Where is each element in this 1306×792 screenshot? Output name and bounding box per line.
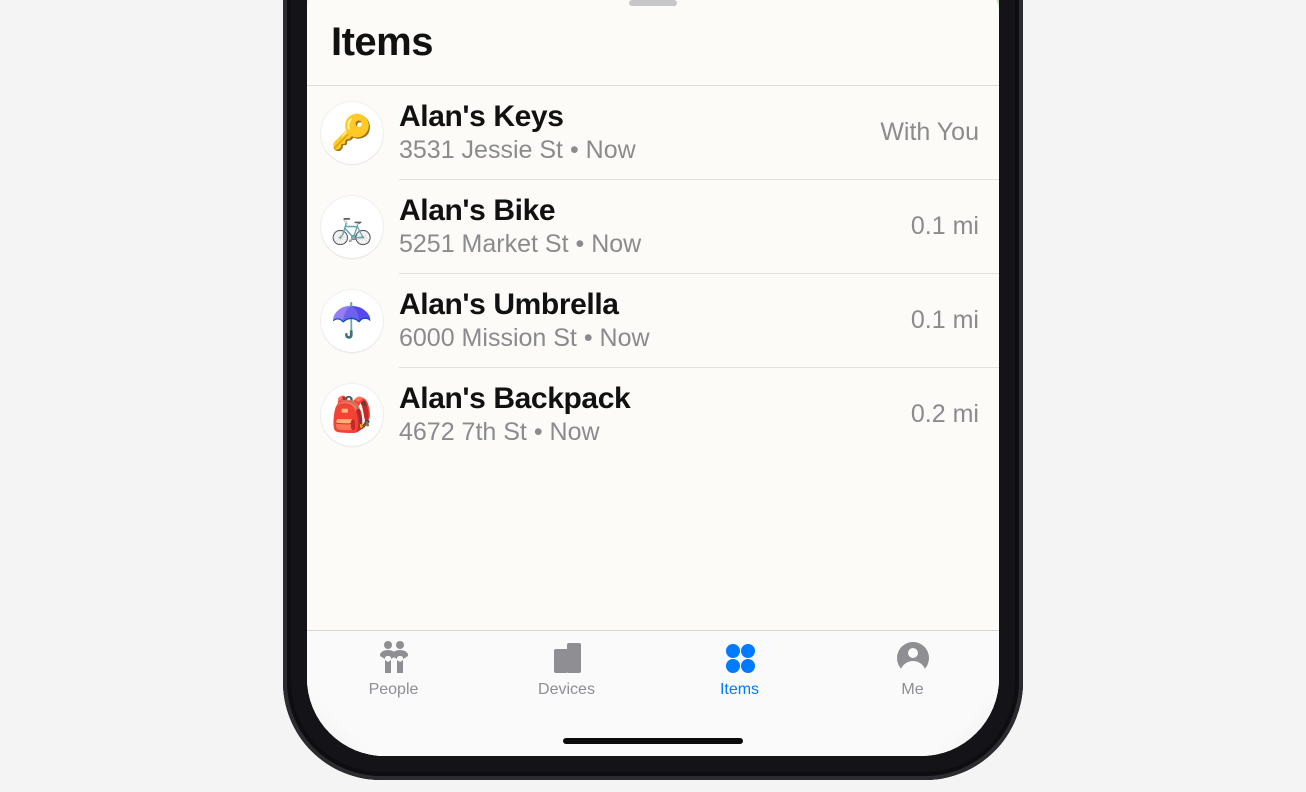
person-circle-icon [893, 639, 933, 677]
item-status: 0.1 mi [911, 212, 979, 241]
screen: Go GoMarket & Deli HarvestUrban Market M… [307, 0, 999, 756]
item-title: Alan's Keys [399, 100, 864, 134]
tab-label: Me [901, 681, 923, 699]
tab-me[interactable]: Me [826, 639, 999, 756]
home-indicator[interactable] [563, 738, 743, 744]
item-subtitle: 3531 Jessie St • Now [399, 136, 864, 165]
item-row[interactable]: 🚲 Alan's Bike 5251 Market St • Now 0.1 m… [307, 180, 999, 273]
bicycle-icon: 🚲 [321, 196, 383, 258]
sheet-title: Items [307, 12, 999, 85]
devices-icon [547, 639, 587, 677]
item-title: Alan's Umbrella [399, 288, 895, 322]
tab-people[interactable]: People [307, 639, 480, 756]
item-title: Alan's Backpack [399, 382, 895, 416]
item-status: 0.1 mi [911, 306, 979, 335]
item-row[interactable]: 🔑 Alan's Keys 3531 Jessie St • Now With … [307, 86, 999, 179]
item-main: Alan's Keys 3531 Jessie St • Now [399, 100, 864, 165]
item-title: Alan's Bike [399, 194, 895, 228]
item-main: Alan's Backpack 4672 7th St • Now [399, 382, 895, 447]
tab-label: People [369, 681, 419, 699]
umbrella-icon: ☂️ [321, 290, 383, 352]
item-row[interactable]: ☂️ Alan's Umbrella 6000 Mission St • Now… [307, 274, 999, 367]
backpack-icon: 🎒 [321, 384, 383, 446]
item-row[interactable]: 🎒 Alan's Backpack 4672 7th St • Now 0.2 … [307, 368, 999, 461]
tab-label: Items [720, 681, 759, 699]
item-subtitle: 6000 Mission St • Now [399, 324, 895, 353]
people-icon [374, 639, 414, 677]
tab-bar: People Devices Items Me [307, 630, 999, 756]
item-status: With You [880, 118, 979, 147]
sheet-grabber[interactable] [629, 0, 677, 6]
key-icon: 🔑 [321, 102, 383, 164]
item-main: Alan's Umbrella 6000 Mission St • Now [399, 288, 895, 353]
item-subtitle: 5251 Market St • Now [399, 230, 895, 259]
tab-label: Devices [538, 681, 595, 699]
item-subtitle: 4672 7th St • Now [399, 418, 895, 447]
items-icon [720, 639, 760, 677]
item-main: Alan's Bike 5251 Market St • Now [399, 194, 895, 259]
phone-frame: Go GoMarket & Deli HarvestUrban Market M… [283, 0, 1023, 780]
item-status: 0.2 mi [911, 400, 979, 429]
